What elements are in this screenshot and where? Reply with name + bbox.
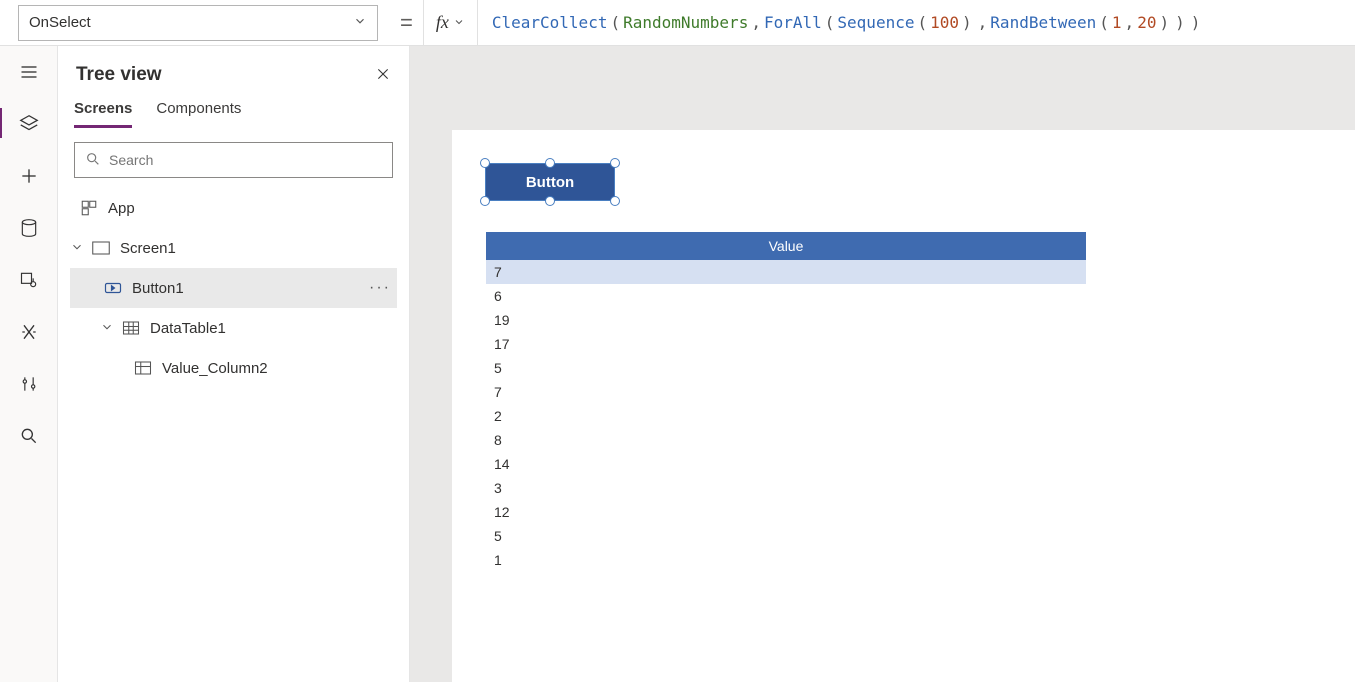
property-dropdown-value: OnSelect [29, 14, 91, 31]
equals-sign: = [400, 10, 413, 36]
table-row[interactable]: 7 [486, 260, 1086, 284]
app-icon [76, 199, 102, 217]
tree-view-panel: Tree view Screens Components App Screen1 [58, 46, 410, 682]
table-cell: 8 [486, 428, 1086, 452]
column-icon [130, 359, 156, 377]
settings-icon[interactable] [17, 372, 41, 396]
table-row[interactable]: 8 [486, 428, 1086, 452]
tree-item-label: Button1 [132, 280, 369, 297]
tree-view-title: Tree view [76, 64, 162, 86]
table-cell: 3 [486, 476, 1086, 500]
table-header: Value [486, 232, 1086, 260]
tab-screens[interactable]: Screens [74, 100, 132, 128]
table-row[interactable]: 12 [486, 500, 1086, 524]
table-cell: 7 [486, 380, 1086, 404]
canvas-datatable[interactable]: Value 76191757281431251 [486, 232, 1086, 572]
table-cell: 5 [486, 356, 1086, 380]
table-row[interactable]: 7 [486, 380, 1086, 404]
chevron-down-icon [453, 15, 465, 31]
selected-control-wrapper: Button [486, 164, 614, 200]
tree-item-screen1[interactable]: Screen1 [70, 228, 397, 268]
chevron-down-icon [353, 14, 367, 32]
table-cell: 6 [486, 284, 1086, 308]
tree-item-button1[interactable]: Button1 ··· [70, 268, 397, 308]
table-cell: 12 [486, 500, 1086, 524]
tree-item-app[interactable]: App [70, 188, 397, 228]
tree-search[interactable] [74, 142, 393, 178]
tree-item-label: Value_Column2 [162, 360, 391, 377]
table-row[interactable]: 19 [486, 308, 1086, 332]
tree-item-label: Screen1 [120, 240, 391, 257]
fx-button[interactable]: fx [423, 0, 477, 45]
table-icon [118, 319, 144, 337]
tree-item-datatable1[interactable]: DataTable1 [70, 308, 397, 348]
data-icon[interactable] [17, 216, 41, 240]
table-cell: 7 [486, 260, 1086, 284]
advanced-icon[interactable] [17, 320, 41, 344]
canvas-screen[interactable]: Button Value 76191757281431251 [452, 130, 1355, 682]
table-row[interactable]: 3 [486, 476, 1086, 500]
table-cell: 17 [486, 332, 1086, 356]
table-cell: 2 [486, 404, 1086, 428]
button-icon [100, 279, 126, 297]
property-dropdown[interactable]: OnSelect [18, 5, 378, 41]
chevron-down-icon[interactable] [100, 320, 114, 337]
hamburger-icon[interactable] [17, 60, 41, 84]
table-row[interactable]: 2 [486, 404, 1086, 428]
table-cell: 1 [486, 548, 1086, 572]
media-icon[interactable] [17, 268, 41, 292]
close-icon[interactable] [375, 66, 391, 85]
chevron-down-icon[interactable] [70, 240, 84, 257]
table-cell: 5 [486, 524, 1086, 548]
more-icon[interactable]: ··· [369, 279, 391, 297]
formula-input[interactable]: ClearCollect( RandomNumbers, ForAll( Seq… [477, 0, 1355, 45]
search-icon[interactable] [17, 424, 41, 448]
formula-bar: OnSelect = fx ClearCollect( RandomNumber… [0, 0, 1355, 46]
canvas-button[interactable]: Button [486, 164, 614, 200]
insert-icon[interactable] [17, 164, 41, 188]
tree-item-label: DataTable1 [150, 320, 391, 337]
tree-item-value-column[interactable]: Value_Column2 [70, 348, 397, 388]
canvas-area: Button Value 76191757281431251 [410, 46, 1355, 682]
tree-item-label: App [108, 200, 391, 217]
table-row[interactable]: 1 [486, 548, 1086, 572]
table-row[interactable]: 14 [486, 452, 1086, 476]
table-cell: 14 [486, 452, 1086, 476]
search-icon [85, 151, 101, 170]
table-cell: 19 [486, 308, 1086, 332]
table-row[interactable]: 5 [486, 524, 1086, 548]
left-rail [0, 46, 58, 682]
fx-label: fx [436, 12, 449, 33]
table-row[interactable]: 5 [486, 356, 1086, 380]
table-row[interactable]: 17 [486, 332, 1086, 356]
tree-view-icon[interactable] [17, 112, 41, 136]
tab-components[interactable]: Components [156, 100, 241, 128]
search-input[interactable] [109, 152, 382, 168]
screen-icon [88, 241, 114, 255]
tree-tabs: Screens Components [70, 100, 397, 128]
table-row[interactable]: 6 [486, 284, 1086, 308]
tree: App Screen1 Button1 ··· DataTable1 Value… [70, 188, 397, 388]
